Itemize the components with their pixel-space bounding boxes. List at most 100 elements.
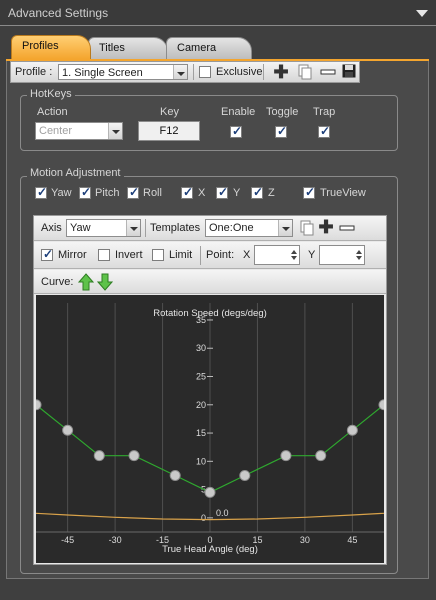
- pitch-label: Pitch: [95, 187, 120, 199]
- x-tick-label: -45: [61, 535, 74, 545]
- y-tick-label: 15: [196, 428, 206, 438]
- copy-icon[interactable]: [297, 64, 313, 80]
- point-x-label: X: [243, 249, 251, 261]
- remove-icon[interactable]: [320, 64, 336, 80]
- toolbar-separator: [193, 64, 194, 80]
- save-icon[interactable]: [341, 64, 357, 80]
- limit-checkbox[interactable]: [152, 249, 164, 261]
- curve-control-point: [62, 424, 74, 436]
- curve-control-point: [346, 424, 358, 436]
- enable-checkbox[interactable]: [230, 124, 242, 138]
- roll-label: Roll: [143, 187, 162, 199]
- curve-toolbar-axis: Axis Yaw Templates One:One ✚: [34, 216, 386, 241]
- y-label: Y: [233, 187, 241, 199]
- invert-label: Invert: [115, 249, 143, 261]
- yaw-label: Yaw: [51, 187, 72, 199]
- remove-icon[interactable]: [339, 220, 355, 236]
- spin-up-icon[interactable]: [356, 250, 362, 254]
- rotation-speed-chart[interactable]: -45 -30 -15 0 15 30 45 0 5 10 15 20 25 30 35 Rotation …: [30, 295, 390, 563]
- chevron-down-icon: [108, 123, 122, 139]
- chevron-down-icon: [173, 65, 187, 79]
- chart-xlabel: True Head Angle (deg): [162, 544, 258, 555]
- chart-svg[interactable]: -45 -30 -15 0 15 30 4505101520253035 Rotation …: [30, 295, 390, 563]
- curve-label: Curve:: [41, 276, 74, 288]
- point-x-input[interactable]: [254, 245, 300, 265]
- spin-down-icon[interactable]: [291, 256, 297, 260]
- pitch-checkbox[interactable]: [79, 185, 91, 199]
- curve-control-point: [239, 469, 251, 481]
- y-checkbox[interactable]: [216, 185, 228, 199]
- tab-label: Titles: [99, 42, 125, 54]
- z-checkbox[interactable]: [251, 185, 263, 199]
- roll-checkbox[interactable]: [127, 185, 139, 199]
- mirror-checkbox[interactable]: [41, 247, 53, 261]
- tab-camera[interactable]: Camera: [166, 37, 252, 60]
- curve-control-point: [128, 450, 140, 462]
- tab-label: Profiles: [22, 40, 59, 52]
- y-tick-label: 10: [196, 456, 206, 466]
- collapse-arrow-icon[interactable]: [416, 10, 428, 17]
- hotkey-value: F12: [159, 125, 179, 137]
- x-tick-label: 30: [300, 535, 310, 545]
- exclusive-label: Exclusive: [216, 66, 263, 78]
- invert-checkbox[interactable]: [98, 249, 110, 261]
- tab-titles[interactable]: Titles: [88, 37, 168, 60]
- y-tick-label: 30: [196, 343, 206, 353]
- tab-profiles[interactable]: Profiles: [11, 35, 91, 60]
- templates-label: Templates: [150, 222, 201, 234]
- point-y-label: Y: [308, 249, 316, 261]
- add-icon[interactable]: ✚: [318, 218, 334, 236]
- trap-checkbox[interactable]: [318, 124, 330, 138]
- chart-annotation: 0.0: [216, 508, 229, 518]
- curve-up-arrow-icon[interactable]: [77, 273, 95, 291]
- copy-icon[interactable]: [299, 220, 315, 236]
- curve-down-arrow-icon[interactable]: [96, 273, 114, 291]
- z-label: Z: [268, 187, 275, 199]
- spin-down-icon[interactable]: [356, 256, 362, 260]
- exclusive-checkbox[interactable]: [199, 66, 211, 78]
- x-tick-label: 45: [347, 535, 357, 545]
- mirror-label: Mirror: [58, 249, 87, 261]
- curve-toolbar-arrows: Curve:: [34, 270, 386, 294]
- axis-select-value: Yaw: [70, 222, 91, 234]
- toggle-checkbox[interactable]: [275, 124, 287, 138]
- tab-label: Camera: [177, 42, 217, 54]
- hotkeys-title: HotKeys: [27, 88, 75, 100]
- action-header: Action: [37, 106, 68, 118]
- curve-control-point: [204, 486, 216, 498]
- yaw-checkbox[interactable]: [35, 185, 47, 199]
- profile-select[interactable]: 1. Single Screen: [58, 64, 188, 80]
- profile-label: Profile :: [15, 66, 53, 78]
- x-tick-label: -30: [109, 535, 122, 545]
- add-icon[interactable]: ✚: [273, 63, 289, 81]
- x-label: X: [198, 187, 206, 199]
- chevron-down-icon: [126, 220, 140, 236]
- x-checkbox[interactable]: [181, 185, 193, 199]
- chart-ylabel: Rotation Speed (degs/deg): [153, 308, 267, 319]
- trueview-checkbox[interactable]: [303, 185, 315, 199]
- trap-header: Trap: [313, 106, 336, 118]
- spin-up-icon[interactable]: [291, 250, 297, 254]
- templates-select[interactable]: One:One: [205, 219, 293, 237]
- toolbar-separator: [263, 64, 264, 80]
- toggle-header: Toggle: [266, 106, 299, 118]
- profile-select-value: 1. Single Screen: [62, 67, 143, 79]
- hotkey-field[interactable]: F12: [138, 121, 200, 141]
- action-select-value: Center: [39, 125, 73, 137]
- action-select[interactable]: Center: [35, 122, 123, 140]
- templates-select-value: One:One: [209, 222, 254, 234]
- point-y-input[interactable]: [319, 245, 365, 265]
- chevron-down-icon: [278, 220, 292, 236]
- curve-control-point: [280, 450, 292, 462]
- axis-label: Axis: [41, 222, 62, 234]
- point-label: Point:: [206, 249, 235, 261]
- axis-select[interactable]: Yaw: [66, 219, 141, 237]
- curve-control-point: [169, 469, 181, 481]
- profile-toolbar: Profile : 1. Single Screen Exclusive ✚: [10, 61, 360, 83]
- header-divider: [0, 25, 436, 26]
- y-tick-label: 20: [196, 400, 206, 410]
- motion-title: Motion Adjustment: [27, 167, 124, 179]
- window-title: Advanced Settings: [8, 6, 109, 20]
- y-tick-label: 25: [196, 372, 206, 382]
- key-header: Key: [160, 106, 179, 118]
